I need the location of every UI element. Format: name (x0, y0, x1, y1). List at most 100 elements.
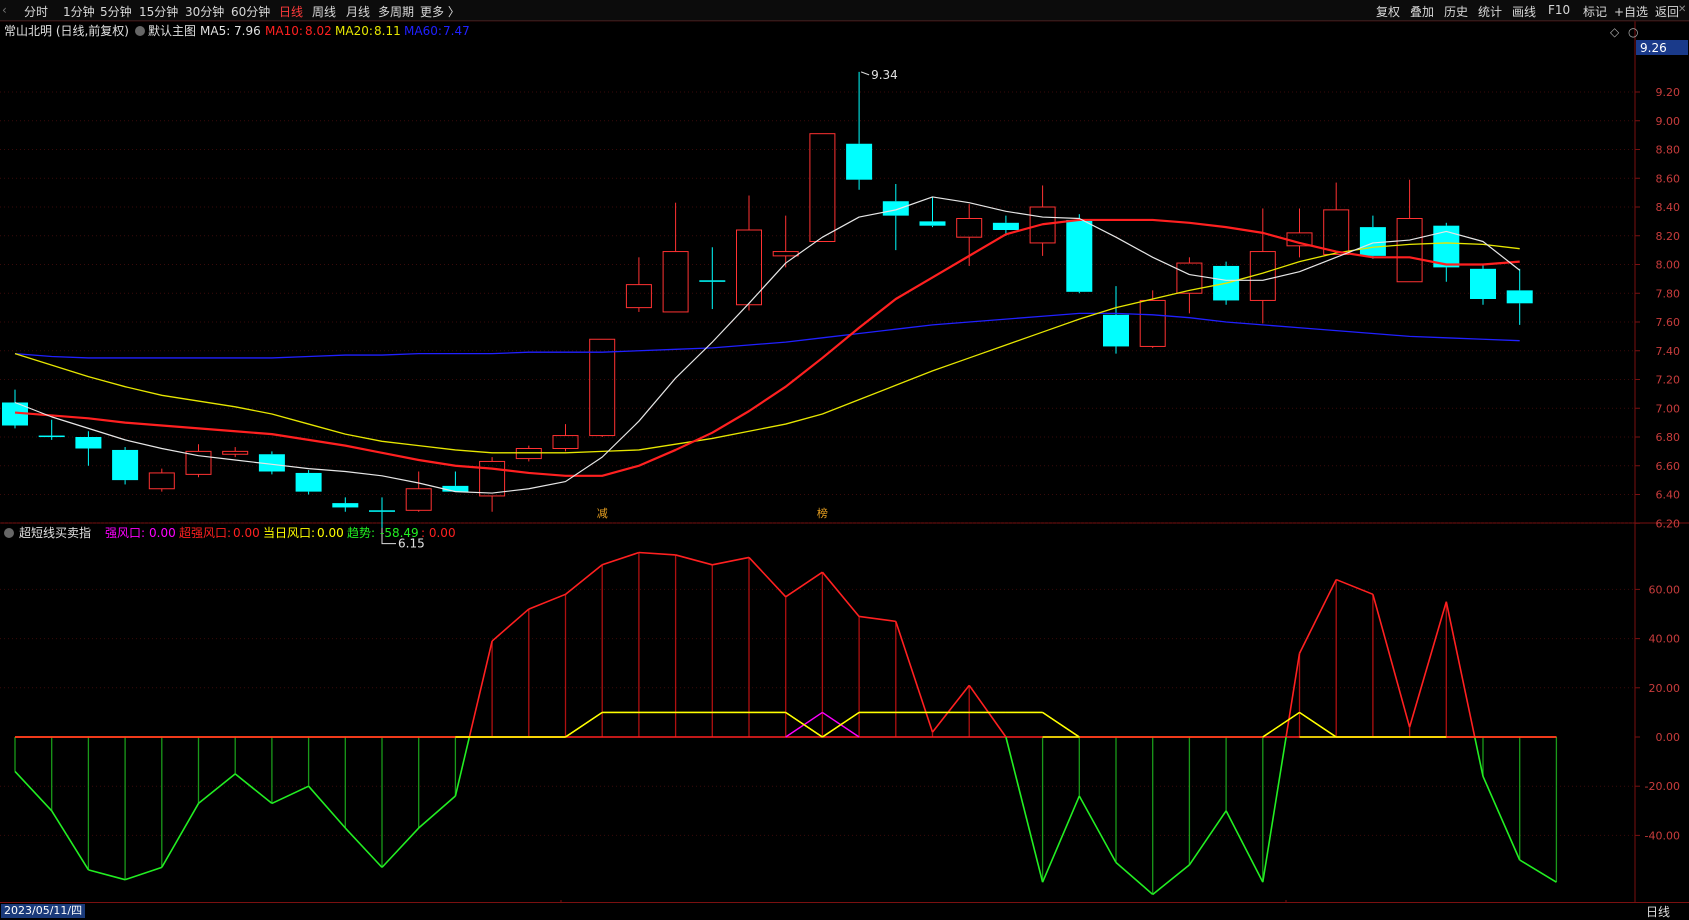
trend-seg-24 (895, 621, 934, 733)
sub-y-tick-label-2: 20.00 (1649, 682, 1681, 695)
main-y-tick-label-10: 7.20 (1656, 374, 1681, 387)
candle-body-26 (956, 218, 983, 238)
candle-37 (1359, 215, 1386, 259)
candle-2 (75, 431, 102, 466)
trend-seg-11 (418, 795, 456, 829)
candle-body-19 (699, 280, 726, 282)
trend-extra-value: : 0.00 (421, 526, 456, 540)
main-y-tick-label-12: 6.80 (1656, 431, 1681, 444)
main-y-tick-label-5: 8.20 (1656, 230, 1681, 243)
trend-seg-23 (858, 615, 896, 623)
trend-seg-33 (1225, 810, 1264, 883)
trend-seg-21 (785, 571, 823, 598)
ma5-value: 7.96 (234, 24, 261, 38)
candle-8 (295, 470, 322, 495)
candle-body-6 (222, 450, 249, 455)
candle-body-3 (112, 449, 139, 481)
trend-seg-12a (454, 736, 471, 797)
candle-1 (38, 419, 65, 440)
strong-wind-value: 0.00 (149, 526, 176, 540)
trend-seg-29 (1078, 795, 1117, 863)
candle-38 (1396, 179, 1423, 283)
main-y-tick-label-9: 7.40 (1656, 345, 1681, 358)
candle-body-18 (662, 251, 689, 313)
trend-seg-5 (197, 773, 236, 805)
trend-seg-13 (491, 608, 530, 642)
sub-indicator-toggle-icon (4, 528, 14, 538)
trend-seg-36 (1335, 578, 1374, 596)
candle-body-12 (442, 485, 469, 492)
main-y-tick-label-14: 6.40 (1656, 489, 1681, 502)
trend-seg-38 (1408, 601, 1448, 728)
candle-body-27 (992, 222, 1019, 230)
sub-y-tick-label-4: -20.00 (1645, 780, 1680, 793)
sub-y-tick-label-1: 40.00 (1649, 633, 1681, 646)
trend-seg-40 (1482, 776, 1521, 861)
trend-seg-30 (1115, 861, 1154, 896)
candle-35 (1286, 208, 1313, 258)
strong-wind-label: 强风口: (105, 526, 145, 540)
candle-body-4 (148, 472, 175, 490)
candle-body-37 (1359, 227, 1386, 256)
main-y-tick-label-0: 9.20 (1656, 86, 1681, 99)
trend-seg-9 (344, 827, 383, 868)
candle-28 (1029, 185, 1056, 256)
candle-body-13 (479, 460, 506, 497)
trend-seg-37 (1372, 594, 1411, 728)
trend-seg-8 (307, 785, 346, 829)
candle-body-9 (332, 503, 359, 508)
current-wind-value: 0.00 (317, 526, 344, 540)
trend-seg-34b (1285, 653, 1301, 738)
trend-seg-25 (931, 684, 970, 733)
candle-body-40 (1470, 268, 1496, 299)
candle-body-36 (1323, 209, 1350, 255)
sub-y-tick-label-3: 0.00 (1656, 731, 1681, 744)
candle-3 (112, 447, 139, 485)
trend-seg-28 (1041, 795, 1081, 883)
candle-body-10 (369, 510, 395, 512)
candle-body-1 (38, 435, 65, 438)
candle-body-21 (772, 251, 799, 257)
main-y-tick-label-13: 6.60 (1656, 460, 1681, 473)
main-indicator-name: 默认主图 (148, 23, 196, 38)
candle-16 (589, 338, 616, 437)
bottom-bar (0, 902, 1689, 920)
candle-4 (148, 468, 175, 492)
trend-seg-12b (468, 640, 493, 738)
candle-11 (405, 471, 432, 512)
sub-y-tick-label-0: 60.00 (1649, 583, 1681, 596)
sub-y-tick-label-5: -40.00 (1645, 829, 1680, 842)
trend-seg-35 (1298, 579, 1337, 654)
candle-body-5 (185, 450, 212, 475)
stock-name-label: 常山北明 (日线,前复权) (4, 23, 129, 38)
candle-17 (625, 257, 652, 312)
candle-41 (1506, 268, 1533, 325)
trend-seg-34a (1262, 736, 1287, 883)
event-marker-1: 减 (597, 507, 608, 520)
current-wind-top-35 (1299, 711, 1337, 738)
main-y-tick-label-6: 8.00 (1656, 259, 1681, 272)
main-y-tick-label-15: 6.20 (1656, 517, 1681, 530)
candle-25 (919, 196, 946, 228)
candle-body-16 (589, 338, 616, 437)
ma10-label: MA10: (265, 24, 303, 38)
candle-body-25 (919, 221, 946, 226)
trend-value: -58.49 (380, 526, 419, 540)
trend-seg-41 (1519, 859, 1557, 883)
current-wind-label: 当日风口: (263, 526, 315, 540)
candle-40 (1470, 264, 1496, 305)
candle-19 (699, 247, 726, 310)
high-price-label: 9.34 (871, 68, 898, 82)
ma60-line (14, 312, 1520, 359)
trend-seg-27b (1005, 736, 1044, 883)
candle-34 (1249, 208, 1276, 324)
ma60-label: MA60: (404, 24, 442, 38)
candle-body-22 (809, 133, 836, 242)
period-tab[interactable]: 日线 (1646, 903, 1670, 920)
trend-seg-17 (638, 551, 676, 556)
main-y-tick-label-7: 7.80 (1656, 287, 1681, 300)
high-marker-arrow (860, 71, 870, 76)
cursor-date-label: 2023/05/11/四 (1, 904, 86, 918)
candle-22 (809, 133, 836, 242)
candle-12 (442, 471, 469, 492)
